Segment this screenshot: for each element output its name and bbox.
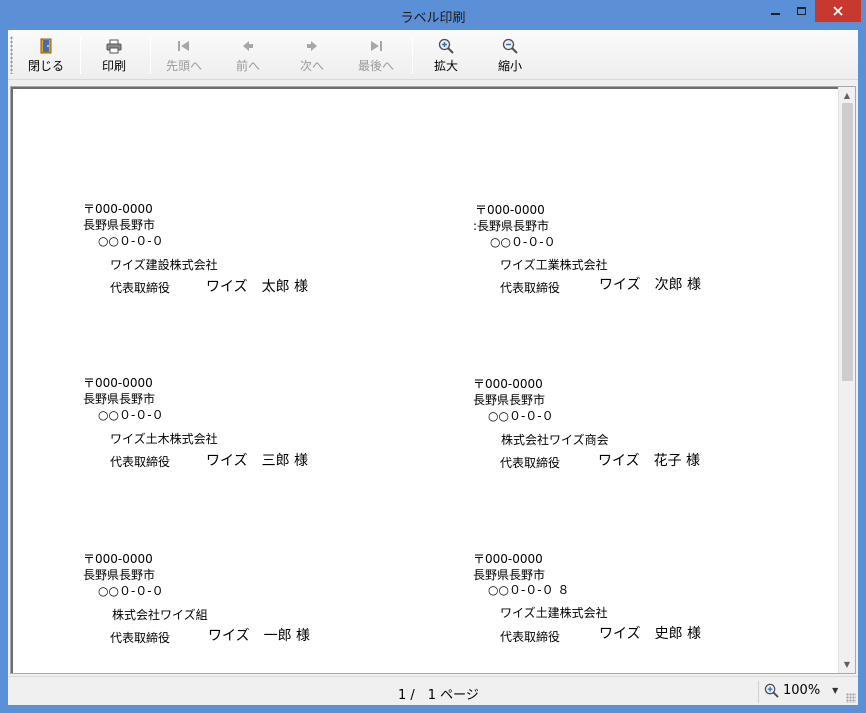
address-line-1: 長野県長野市 xyxy=(83,568,156,582)
address-line-2: ○○０-０-０ xyxy=(98,408,164,422)
zoom-in-icon xyxy=(438,38,454,54)
job-title: 代表取締役 xyxy=(110,631,171,645)
printer-icon xyxy=(106,38,122,54)
first-page-label: 先頭へ xyxy=(165,59,202,73)
zoom-in-label: 拡大 xyxy=(433,59,458,73)
recipient-name: ワイズ 史郎 様 xyxy=(599,626,702,642)
minimize-button[interactable] xyxy=(762,0,788,22)
address-line-1: 長野県長野市 xyxy=(473,393,546,407)
scroll-down-icon[interactable]: ▼ xyxy=(839,656,855,673)
prev-page-label: 前へ xyxy=(235,59,260,73)
address-line-1: :長野県長野市 xyxy=(473,219,550,233)
arrow-right-icon xyxy=(304,38,320,54)
zoom-dropdown[interactable]: 100% ▼ xyxy=(764,683,838,698)
job-title: 代表取締役 xyxy=(110,455,171,469)
first-page-icon xyxy=(176,38,192,54)
status-separator xyxy=(758,681,759,703)
toolbar-separator xyxy=(412,36,413,74)
postal-code: 〒000-0000 xyxy=(83,552,153,566)
scroll-thumb[interactable] xyxy=(842,103,853,381)
print-button-label: 印刷 xyxy=(101,59,126,73)
close-window-button[interactable] xyxy=(815,0,861,22)
recipient-name: ワイズ 花子 様 xyxy=(598,453,701,469)
page-indicator: 1 / 1 ページ xyxy=(398,688,479,703)
postal-code: 〒000-0000 xyxy=(83,202,153,216)
close-button-label: 閉じる xyxy=(27,59,64,73)
company-name: ワイズ土木株式会社 xyxy=(110,432,218,446)
toolbar-grip[interactable] xyxy=(10,36,13,74)
job-title: 代表取締役 xyxy=(500,281,561,295)
address-line-2: ○○０-０-０ xyxy=(98,584,164,598)
company-name: ワイズ土建株式会社 xyxy=(500,606,608,620)
minimize-icon xyxy=(770,13,780,15)
vertical-scrollbar[interactable]: ▲ ▼ xyxy=(838,87,855,673)
address-line-1: 長野県長野市 xyxy=(83,218,156,232)
preview-viewer[interactable]: 〒000-0000 長野県長野市 ○○０-０-０ ワイズ建設株式会社 代表取締役… xyxy=(10,86,856,674)
recipient-name: ワイズ 三郎 様 xyxy=(206,453,309,469)
chevron-down-icon: ▼ xyxy=(832,686,839,695)
company-name: 株式会社ワイズ商会 xyxy=(501,433,609,447)
maximize-icon xyxy=(796,7,806,15)
address-line-2: ○○０-０-０ ８ xyxy=(488,583,570,597)
postal-code: 〒000-0000 xyxy=(475,203,545,217)
company-name: ワイズ建設株式会社 xyxy=(110,258,218,272)
address-line-2: ○○０-０-０ xyxy=(488,409,554,423)
close-icon xyxy=(833,6,843,16)
resize-grip[interactable] xyxy=(846,693,856,703)
toolbar-separator xyxy=(150,36,151,74)
toolbar: 閉じる 印刷 先頭へ 前へ 次へ 最後へ 拡大 縮小 xyxy=(8,30,858,80)
job-title: 代表取締役 xyxy=(500,456,561,470)
last-page-button[interactable]: 最後へ xyxy=(348,36,404,76)
window-title: ラベル印刷 xyxy=(400,11,466,26)
zoom-in-button[interactable]: 拡大 xyxy=(418,36,474,76)
address-line-1: 長野県長野市 xyxy=(473,568,546,582)
title-bar[interactable]: ラベル印刷 xyxy=(0,0,866,30)
recipient-name: ワイズ 次郎 様 xyxy=(599,277,702,293)
first-page-button[interactable]: 先頭へ xyxy=(156,36,212,76)
next-page-label: 次へ xyxy=(299,59,324,73)
postal-code: 〒000-0000 xyxy=(473,377,543,391)
magnifier-icon xyxy=(764,683,779,698)
toolbar-separator xyxy=(80,36,81,74)
status-bar: 1 / 1 ページ 100% ▼ xyxy=(8,676,858,705)
last-page-icon xyxy=(368,38,384,54)
recipient-name: ワイズ 太郎 様 xyxy=(206,279,309,295)
last-page-label: 最後へ xyxy=(357,59,394,73)
maximize-button[interactable] xyxy=(788,0,814,22)
label-print-window: ラベル印刷 閉じる 印刷 先頭へ 前へ 次へ 最後へ 拡大 縮小 〒000-00… xyxy=(0,0,866,713)
company-name: ワイズ工業株式会社 xyxy=(500,258,608,272)
address-line-1: 長野県長野市 xyxy=(83,392,156,406)
client-area: 閉じる 印刷 先頭へ 前へ 次へ 最後へ 拡大 縮小 〒000-0000 長野県… xyxy=(8,30,858,705)
arrow-left-icon xyxy=(240,38,256,54)
zoom-out-label: 縮小 xyxy=(497,59,522,73)
recipient-name: ワイズ 一郎 様 xyxy=(208,628,311,644)
job-title: 代表取締役 xyxy=(110,281,171,295)
next-page-button[interactable]: 次へ xyxy=(284,36,340,76)
job-title: 代表取締役 xyxy=(500,630,561,644)
zoom-level: 100% xyxy=(783,683,821,698)
zoom-out-button[interactable]: 縮小 xyxy=(482,36,538,76)
print-button[interactable]: 印刷 xyxy=(86,36,142,76)
preview-page: 〒000-0000 長野県長野市 ○○０-０-０ ワイズ建設株式会社 代表取締役… xyxy=(11,87,839,673)
postal-code: 〒000-0000 xyxy=(83,376,153,390)
address-line-2: ○○０-０-０ xyxy=(98,234,164,248)
address-line-2: ○○０-０-０ xyxy=(490,235,556,249)
prev-page-button[interactable]: 前へ xyxy=(220,36,276,76)
scroll-up-icon[interactable]: ▲ xyxy=(839,87,855,104)
postal-code: 〒000-0000 xyxy=(473,552,543,566)
zoom-out-icon xyxy=(502,38,518,54)
close-button[interactable]: 閉じる xyxy=(18,36,74,76)
door-icon xyxy=(38,38,54,54)
company-name: 株式会社ワイズ組 xyxy=(112,608,208,622)
